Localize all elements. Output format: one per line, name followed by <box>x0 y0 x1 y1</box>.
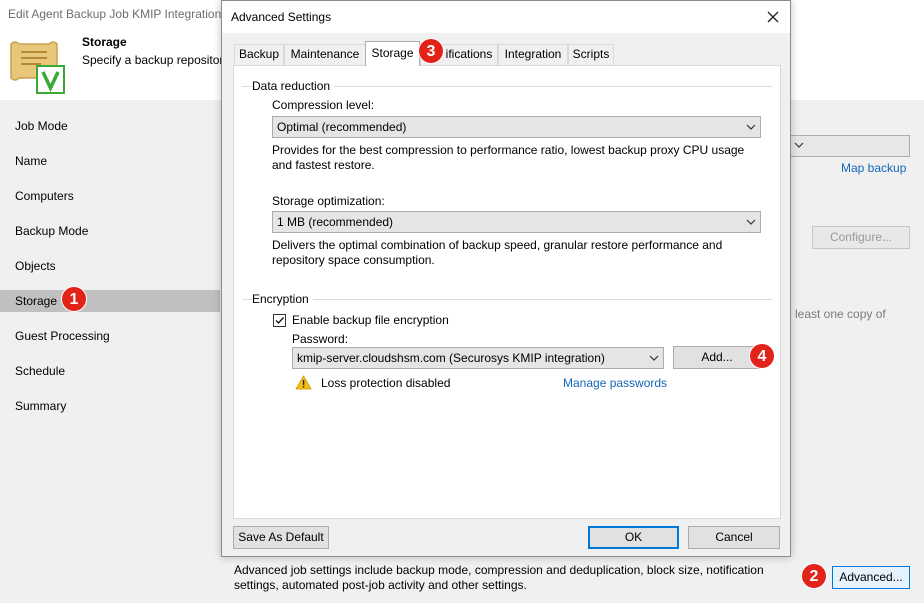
nav-item-computers[interactable]: Computers <box>0 185 220 207</box>
partial-hint-text: least one copy of <box>795 307 886 321</box>
advanced-button[interactable]: Advanced... <box>832 566 910 589</box>
password-label: Password: <box>292 332 349 346</box>
nav-item-summary[interactable]: Summary <box>0 395 220 417</box>
warning-icon <box>295 375 312 390</box>
storage-optimization-description: Delivers the optimal combination of back… <box>272 238 723 267</box>
nav-item-backup-mode[interactable]: Backup Mode <box>0 220 220 242</box>
callout-badge-3: 3 <box>418 38 444 64</box>
nav-item-schedule[interactable]: Schedule <box>0 360 220 382</box>
enable-encryption-checkbox[interactable] <box>273 314 286 327</box>
compression-level-label: Compression level: <box>272 98 375 112</box>
chevron-down-icon <box>649 355 659 361</box>
enable-encryption-label[interactable]: Enable backup file encryption <box>292 313 449 327</box>
password-value: kmip-server.cloudshsm.com (Securosys KMI… <box>297 351 605 365</box>
compression-level-value: Optimal (recommended) <box>277 120 407 134</box>
chevron-down-icon <box>794 142 804 148</box>
encryption-group-label: Encryption <box>252 292 313 306</box>
tab-storage[interactable]: Storage <box>365 41 420 66</box>
password-select[interactable]: kmip-server.cloudshsm.com (Securosys KMI… <box>292 347 664 369</box>
tab-backup[interactable]: Backup <box>234 44 284 65</box>
tab-maintenance[interactable]: Maintenance <box>284 44 366 65</box>
storage-scroll-icon <box>10 41 65 94</box>
advanced-settings-description: Advanced job settings include backup mod… <box>234 563 764 592</box>
nav-item-guest-processing[interactable]: Guest Processing <box>0 325 220 347</box>
save-as-default-button[interactable]: Save As Default <box>233 526 329 549</box>
data-reduction-group-label: Data reduction <box>252 79 335 93</box>
storage-tab-panel: Data reduction Compression level: Optima… <box>233 65 781 519</box>
nav-item-name[interactable]: Name <box>0 150 220 172</box>
close-icon[interactable] <box>762 6 784 28</box>
callout-badge-2: 2 <box>801 563 827 589</box>
callout-badge-1: 1 <box>61 286 87 312</box>
wizard-nav: Job Mode Name Computers Backup Mode Obje… <box>0 100 220 603</box>
dialog-title: Advanced Settings <box>231 10 332 24</box>
checkmark-icon <box>275 317 285 325</box>
chevron-down-icon <box>746 219 756 225</box>
storage-optimization-select[interactable]: 1 MB (recommended) <box>272 211 761 233</box>
storage-optimization-label: Storage optimization: <box>272 194 385 208</box>
add-password-button[interactable]: Add... <box>673 346 761 369</box>
map-backup-link[interactable]: Map backup <box>841 161 906 175</box>
wizard-step-title: Storage <box>82 35 127 49</box>
nav-item-job-mode[interactable]: Job Mode <box>0 115 220 137</box>
dialog-titlebar: Advanced Settings <box>222 1 790 33</box>
cancel-button[interactable]: Cancel <box>688 526 780 549</box>
configure-button[interactable]: Configure... <box>812 226 910 249</box>
manage-passwords-link[interactable]: Manage passwords <box>563 376 667 390</box>
tab-scripts[interactable]: Scripts <box>568 44 614 65</box>
wizard-title: Edit Agent Backup Job KMIP Integration <box>8 7 222 21</box>
advanced-settings-dialog: Advanced Settings Backup Maintenance Sto… <box>221 0 791 557</box>
ok-button[interactable]: OK <box>588 526 679 549</box>
tab-integration[interactable]: Integration <box>498 44 568 65</box>
compression-level-select[interactable]: Optimal (recommended) <box>272 116 761 138</box>
group-divider <box>242 299 772 300</box>
callout-badge-4: 4 <box>749 343 775 369</box>
storage-optimization-value: 1 MB (recommended) <box>277 215 394 229</box>
chevron-down-icon <box>746 124 756 130</box>
nav-item-storage[interactable]: Storage <box>0 290 220 312</box>
compression-description: Provides for the best compression to per… <box>272 143 745 172</box>
wizard-step-subtitle: Specify a backup repositor <box>82 53 224 67</box>
loss-protection-warning: Loss protection disabled <box>321 376 451 390</box>
nav-item-objects[interactable]: Objects <box>0 255 220 277</box>
backup-repository-select[interactable] <box>790 135 910 157</box>
